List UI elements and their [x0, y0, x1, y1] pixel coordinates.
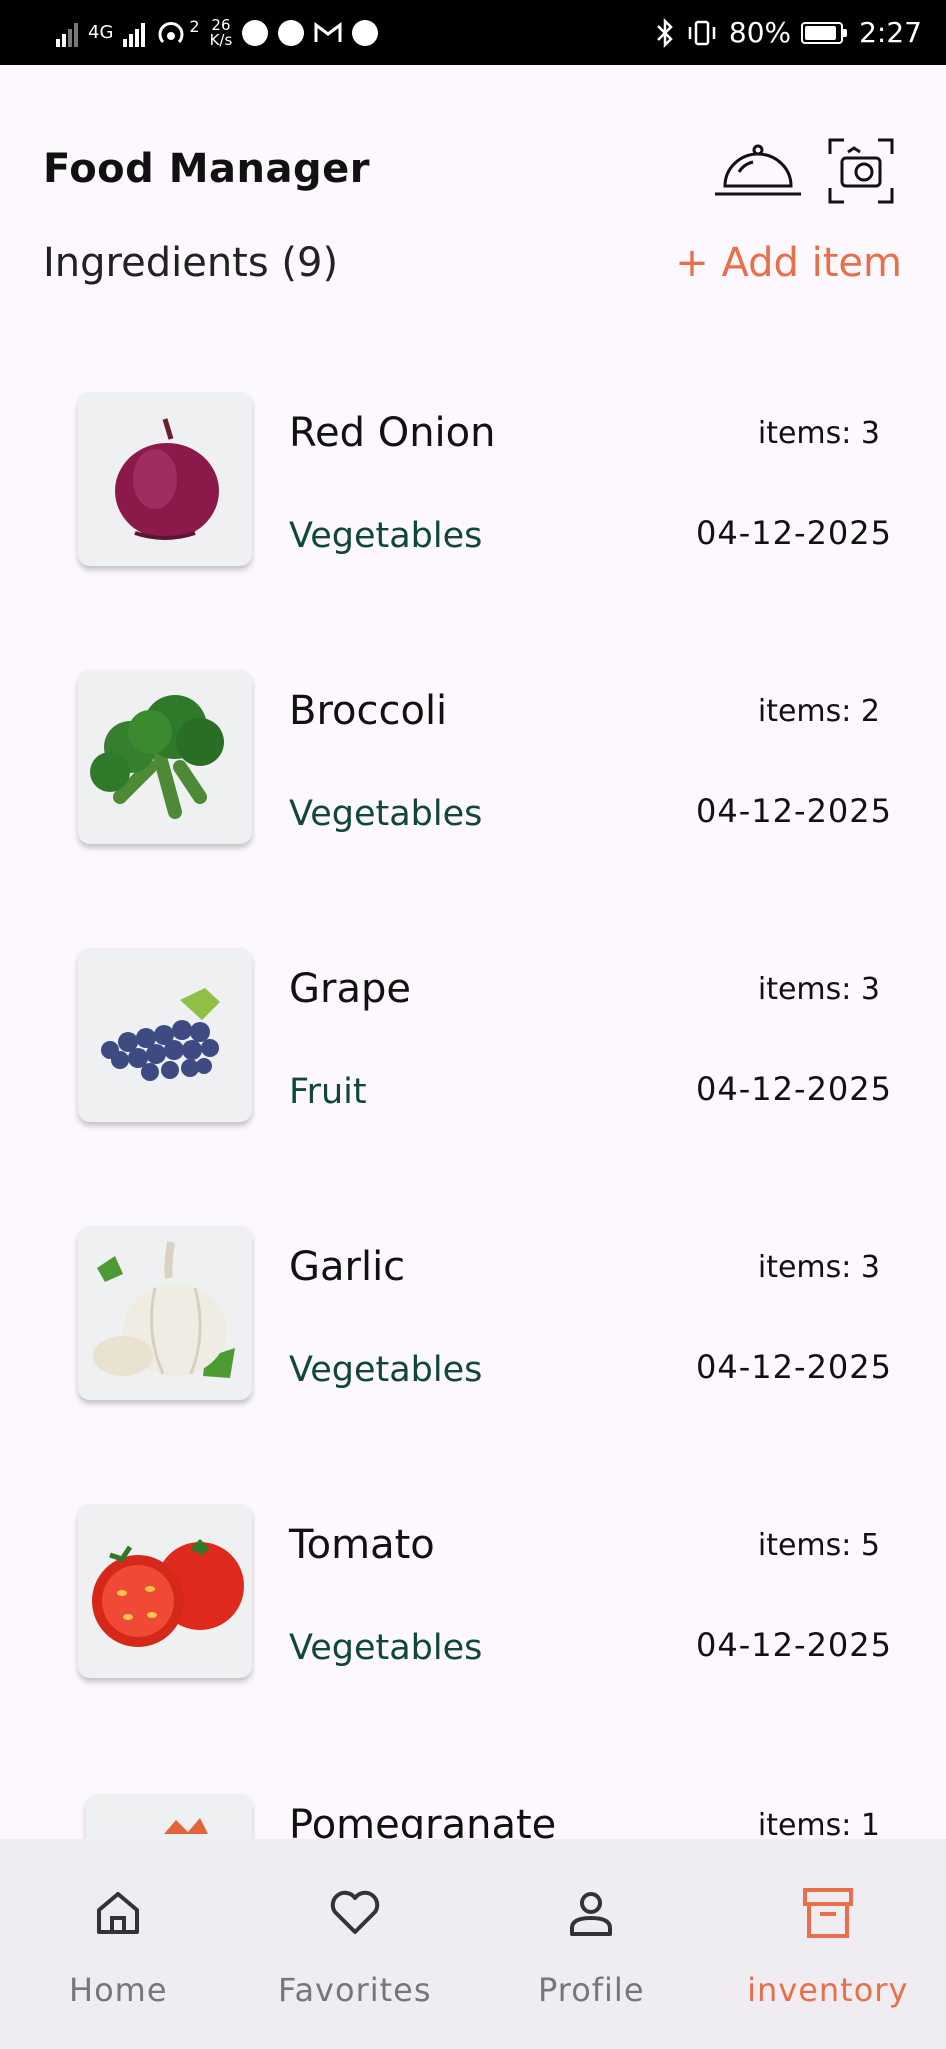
signal-sim1-icon — [56, 19, 78, 47]
item-count: items: 5 — [757, 1528, 880, 1563]
ingredient-list: Red Onion Vegetables items: 3 04-12-2025… — [0, 380, 946, 1840]
bluetooth-icon — [656, 17, 673, 48]
network-type: 4G — [88, 21, 114, 43]
item-category: Vegetables — [289, 794, 483, 834]
battery-percent: 80% — [728, 16, 792, 49]
item-count: items: 3 — [757, 972, 880, 1007]
item-category: Vegetables — [289, 1350, 483, 1390]
nav-inventory[interactable]: inventory — [710, 1839, 946, 2049]
broccoli-image — [78, 670, 252, 844]
cloche-icon[interactable] — [713, 142, 803, 212]
app-title: Food Manager — [43, 146, 370, 192]
signal-sim2-icon — [123, 19, 146, 47]
nav-home[interactable]: Home — [0, 1839, 237, 2049]
grape-image — [78, 948, 252, 1122]
scan-camera-icon[interactable] — [826, 136, 902, 206]
item-name: Red Onion — [289, 410, 496, 456]
add-item-button[interactable]: + Add item — [675, 240, 902, 286]
status-right: 80% 2:27 — [655, 16, 922, 49]
heart-icon — [327, 1883, 383, 1943]
item-category: Vegetables — [289, 1628, 483, 1668]
item-date: 04-12-2025 — [696, 1626, 892, 1664]
hotspot-count: 2 — [189, 17, 200, 36]
item-date: 04-12-2025 — [696, 1070, 892, 1108]
nav-label: Profile — [538, 1971, 645, 2009]
item-date: 04-12-2025 — [696, 1348, 892, 1386]
ingredients-heading: Ingredients (9) — [43, 240, 339, 286]
item-count: items: 2 — [757, 694, 880, 729]
nav-label: Favorites — [277, 1971, 432, 2009]
gmail-icon — [314, 21, 342, 42]
archive-box-icon — [802, 1883, 854, 1943]
bottom-navigation: Home Favorites Profile inventory — [0, 1839, 946, 2049]
hotspot-icon — [158, 21, 184, 43]
item-date: 04-12-2025 — [696, 514, 892, 552]
nav-label: inventory — [747, 1971, 909, 2009]
vibrate-icon — [688, 20, 716, 45]
item-count: items: 1 — [757, 1808, 880, 1840]
speed-unit: K/s — [209, 30, 233, 49]
home-icon — [93, 1883, 143, 1943]
facebook-icon — [278, 19, 305, 46]
nav-profile[interactable]: Profile — [473, 1839, 710, 2049]
nav-label: Home — [69, 1971, 168, 2009]
network-speed: 26 K/s — [209, 17, 233, 49]
status-left: 4G 2 26 K/s — [56, 17, 655, 49]
item-count: items: 3 — [757, 1250, 880, 1285]
item-name: Grape — [289, 966, 411, 1012]
item-name: Tomato — [289, 1522, 435, 1568]
tomato-image — [78, 1504, 252, 1678]
pomegranate-image — [86, 1794, 252, 1840]
item-name: Pomegranate — [289, 1802, 557, 1840]
list-item[interactable]: Pomegranate items: 1 — [0, 1770, 946, 1840]
list-item[interactable]: Tomato Vegetables items: 5 04-12-2025 — [0, 1492, 946, 1692]
person-icon — [566, 1883, 616, 1943]
list-item[interactable]: Red Onion Vegetables items: 3 04-12-2025 — [0, 380, 946, 580]
item-category: Vegetables — [289, 516, 483, 556]
item-category: Fruit — [289, 1072, 367, 1112]
item-name: Garlic — [289, 1244, 406, 1290]
nav-favorites[interactable]: Favorites — [237, 1839, 474, 2049]
clock: 2:27 — [859, 16, 922, 49]
battery-icon — [801, 21, 848, 44]
status-bar: 4G 2 26 K/s 80% 2:27 — [0, 0, 946, 65]
list-item[interactable]: Garlic Vegetables items: 3 04-12-2025 — [0, 1214, 946, 1414]
item-name: Broccoli — [289, 688, 448, 734]
messenger-icon — [242, 19, 269, 46]
red-onion-image — [78, 392, 252, 566]
list-item[interactable]: Grape Fruit items: 3 04-12-2025 — [0, 936, 946, 1136]
messenger-icon-2 — [352, 19, 379, 46]
item-date: 04-12-2025 — [696, 792, 892, 830]
list-item[interactable]: Broccoli Vegetables items: 2 04-12-2025 — [0, 658, 946, 858]
item-count: items: 3 — [757, 416, 880, 451]
garlic-image — [78, 1226, 252, 1400]
